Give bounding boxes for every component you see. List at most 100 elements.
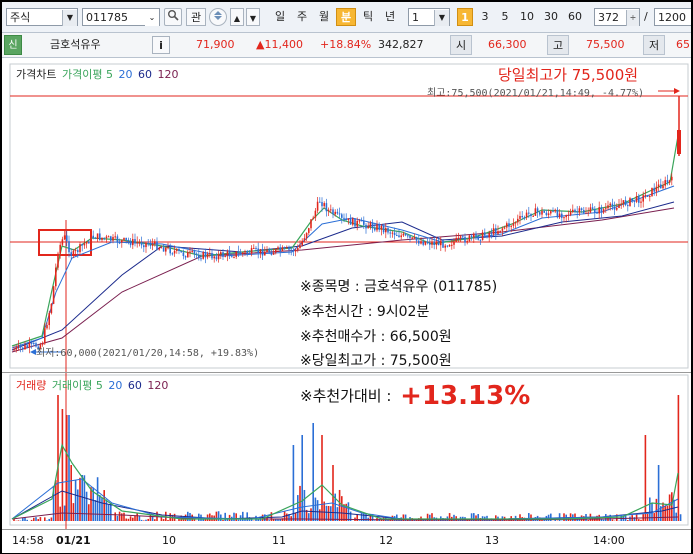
candle-body (635, 195, 638, 202)
stock-info-button[interactable]: i (152, 36, 170, 54)
candle-body (554, 209, 556, 212)
time-axis: 14:58 01/21 10 11 12 13 14:00 (2, 529, 691, 553)
count-spinner[interactable]: 372 ÷ (594, 8, 640, 26)
candle-body (453, 241, 455, 245)
high-note: 최고:75,500(2021/01/21,14:49, -4.77%) (427, 88, 645, 99)
interest-button[interactable]: 관 (186, 8, 206, 26)
candle-body (404, 233, 407, 236)
overlay-vs-label: ※추천가대비 : +13.13% (300, 381, 530, 411)
candle-body (462, 236, 464, 238)
candle-body (587, 212, 589, 214)
candle-body (121, 239, 123, 243)
candle-body (200, 258, 202, 260)
period-year[interactable]: 년 (380, 8, 400, 26)
candle-body (215, 256, 218, 260)
high-label: 고 (547, 35, 569, 55)
total-count-input[interactable]: 1200 (654, 8, 691, 26)
candle-body (85, 241, 88, 244)
legend-vol-ma-label: 거래이평 5 (51, 379, 103, 392)
candle-body (611, 203, 614, 207)
market-select[interactable]: 주식 ▼ (6, 8, 78, 26)
volume-bar (653, 513, 655, 521)
candle-body (385, 228, 387, 233)
candle-body (521, 215, 523, 218)
interval-select[interactable]: 1 ▼ (408, 8, 450, 26)
interval-1[interactable]: 1 (457, 8, 473, 26)
candle-body (55, 267, 57, 287)
volume-bar (308, 513, 310, 521)
next-stock-button[interactable]: ▼ (246, 8, 260, 26)
candle-body (477, 236, 479, 240)
candle-body (162, 247, 165, 252)
candle-body (68, 241, 70, 253)
candle-body (622, 200, 625, 204)
volume-bar (66, 415, 68, 521)
candle-body (239, 252, 242, 255)
candle-body (198, 254, 200, 259)
period-minute[interactable]: 분 (336, 8, 356, 26)
candle-body (46, 325, 48, 329)
search-button[interactable] (164, 8, 182, 26)
stock-code-input[interactable]: 011785 ⌄ (82, 8, 160, 26)
candle-body (426, 241, 429, 244)
candle-body (195, 253, 198, 255)
period-day[interactable]: 일 (270, 8, 290, 26)
candle-body (270, 252, 273, 255)
volume-bar (316, 500, 319, 521)
candle-body (429, 243, 431, 245)
candle-body (228, 251, 231, 257)
period-month[interactable]: 월 (314, 8, 334, 26)
candle-body (149, 244, 152, 246)
overlay-buy-price: ※추천매수가 : 66,500원 (300, 329, 452, 345)
open-label: 시 (450, 35, 472, 55)
candle-body (530, 213, 532, 217)
candle-body (380, 225, 383, 230)
overlay-item-name: ※종목명 : 금호석유우 (011785) (300, 279, 498, 295)
candle-body (297, 248, 299, 250)
candle-body (490, 233, 493, 235)
candle-body (536, 208, 539, 213)
candle-body (147, 242, 149, 245)
candle-body (226, 251, 229, 256)
period-week[interactable]: 주 (292, 8, 312, 26)
volume-bar (644, 435, 647, 521)
sync-button[interactable] (209, 8, 227, 26)
candle-body (22, 347, 24, 350)
prev-stock-button[interactable]: ▲ (230, 8, 244, 26)
volume-bar (46, 520, 48, 521)
volume-bar (114, 512, 116, 521)
interval-30[interactable]: 30 (540, 8, 562, 26)
interval-3[interactable]: 3 (476, 8, 494, 26)
candle-body (391, 232, 394, 234)
candle-body (668, 180, 671, 183)
candle-body (365, 224, 367, 229)
candle-body (165, 247, 167, 252)
interval-5[interactable]: 5 (496, 8, 514, 26)
candle-body (182, 252, 185, 257)
overlay-day-high: ※당일최고가 : 75,500원 (300, 353, 452, 369)
candle-body (63, 235, 66, 240)
volume-bar (235, 513, 237, 521)
candle-body (61, 239, 64, 245)
volume-bar (132, 517, 134, 521)
candle-body (598, 207, 600, 214)
volume-bar (664, 506, 666, 521)
candle-body (275, 248, 277, 253)
period-tick[interactable]: 틱 (358, 8, 378, 26)
candle-body (534, 208, 537, 216)
candle-body (660, 184, 662, 189)
candle-body (77, 250, 79, 253)
volume-bar (101, 497, 103, 521)
candle-body (242, 252, 244, 255)
axis-label-10: 10 (162, 534, 176, 547)
candle-body (541, 210, 543, 215)
candle-body (424, 241, 427, 245)
interval-10[interactable]: 10 (516, 8, 538, 26)
candle-body (602, 209, 605, 213)
candle-body (173, 250, 176, 254)
candle-body (569, 211, 572, 215)
interval-60[interactable]: 60 (564, 8, 586, 26)
volume-legend: 거래량 거래이평 5 20 60 120 (16, 377, 170, 393)
candle-body (303, 238, 306, 241)
candle-body (499, 230, 501, 232)
